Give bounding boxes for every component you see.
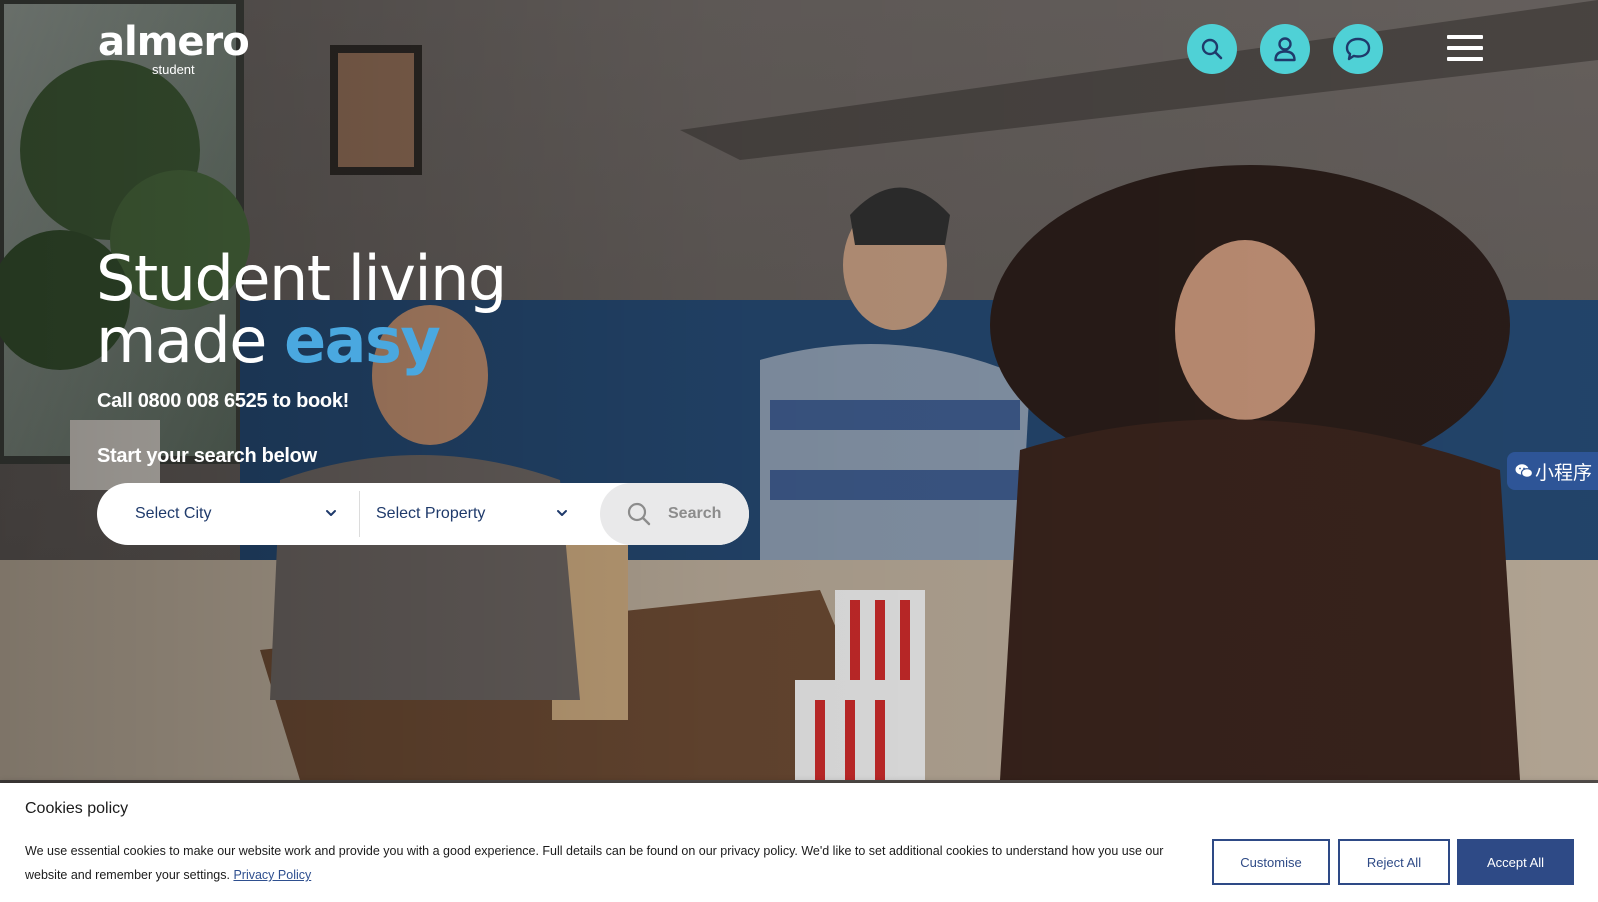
search-icon xyxy=(627,502,651,526)
city-select-value: Select City xyxy=(135,505,212,522)
property-select-value: Select Property xyxy=(376,505,486,522)
customise-button[interactable]: Customise xyxy=(1212,839,1330,885)
search-submit-button[interactable]: Search xyxy=(600,483,749,545)
property-search-bar: Select City Select Property Search xyxy=(97,483,749,545)
chat-icon xyxy=(1345,37,1371,61)
menu-button[interactable] xyxy=(1447,33,1485,65)
mini-program-tab[interactable]: 小程序 xyxy=(1507,452,1598,490)
wechat-icon xyxy=(1515,464,1533,478)
brand-name: almero xyxy=(98,19,250,65)
headline-accent: easy xyxy=(284,304,441,377)
cookie-text: We use essential cookies to make our web… xyxy=(25,844,1164,882)
cookie-banner: Cookies policy We use essential cookies … xyxy=(0,783,1598,902)
cookie-title: Cookies policy xyxy=(25,800,129,817)
hero-headline: Student living made easy xyxy=(96,242,507,372)
select-divider xyxy=(359,491,360,537)
hero-section: almero student Student living made easy … xyxy=(0,0,1598,902)
property-select[interactable]: Select Property xyxy=(376,483,576,545)
brand-logo[interactable]: almero student xyxy=(98,20,258,80)
headline-line-1: Student living xyxy=(96,242,507,315)
account-button[interactable] xyxy=(1260,24,1310,74)
chevron-down-icon xyxy=(326,510,336,516)
user-icon xyxy=(1274,37,1296,62)
cookie-description: We use essential cookies to make our web… xyxy=(25,839,1205,887)
phone-callout: Call 0800 008 6525 to book! xyxy=(97,390,350,412)
headline-line-2: made easy xyxy=(96,310,506,372)
headline-plain: made xyxy=(96,304,267,377)
mini-program-label: 小程序 xyxy=(1535,462,1593,484)
brand-tagline: student xyxy=(152,62,195,77)
search-heading: Start your search below xyxy=(97,445,317,467)
search-icon xyxy=(1201,38,1223,60)
search-button[interactable] xyxy=(1187,24,1237,74)
chevron-down-icon xyxy=(557,510,567,516)
search-submit-label: Search xyxy=(668,505,722,522)
privacy-policy-link[interactable]: Privacy Policy xyxy=(233,868,311,882)
city-select[interactable]: Select City xyxy=(135,483,345,545)
accept-all-button[interactable]: Accept All xyxy=(1457,839,1574,885)
chat-button[interactable] xyxy=(1333,24,1383,74)
reject-all-button[interactable]: Reject All xyxy=(1338,839,1450,885)
